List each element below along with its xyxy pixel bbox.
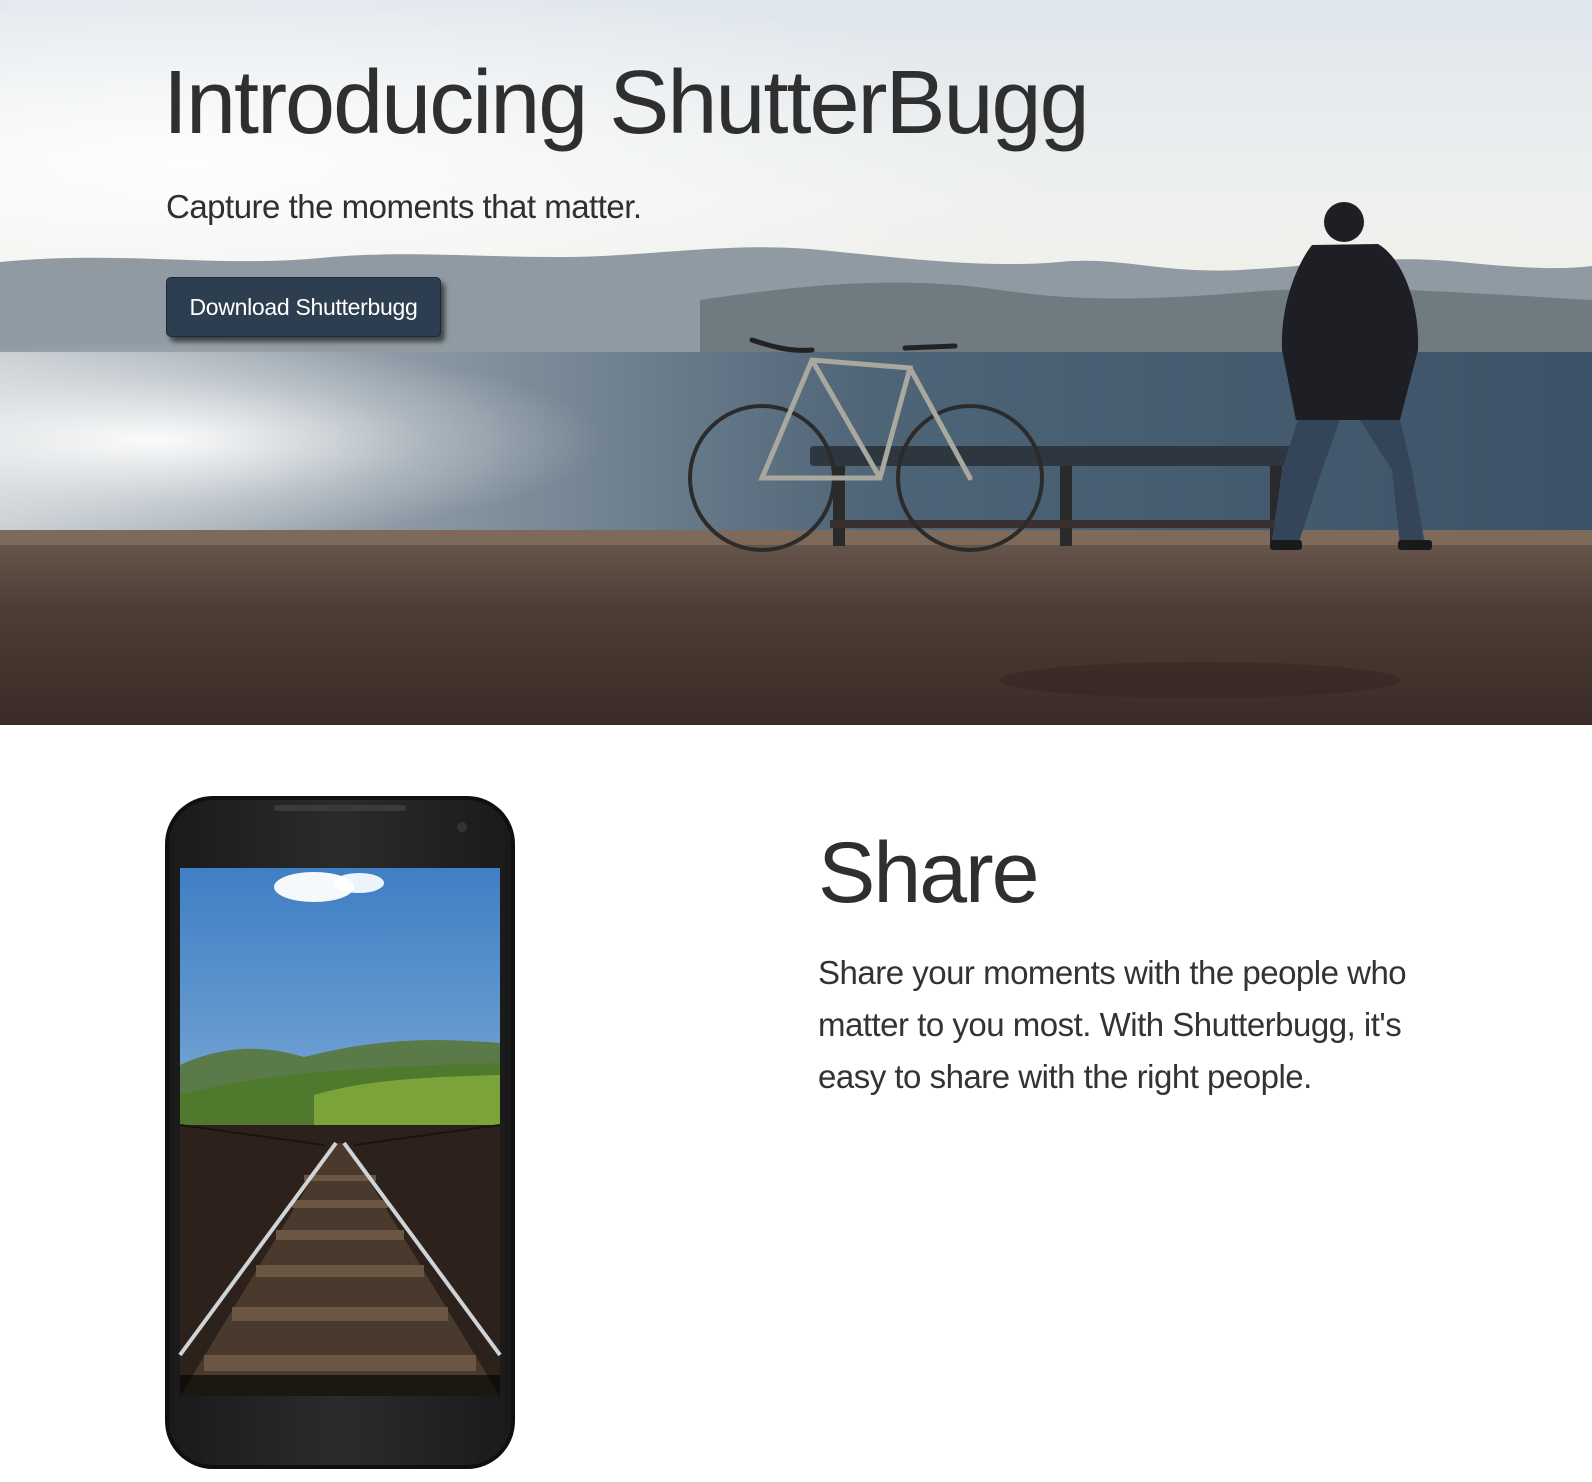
share-heading: Share — [818, 825, 1039, 921]
hero-banner: Introducing ShutterBugg Capture the mome… — [0, 0, 1592, 725]
phone-mockup — [165, 796, 515, 1469]
hero-subtitle: Capture the moments that matter. — [166, 188, 642, 225]
share-description: Share your moments with the people who m… — [818, 954, 1407, 1095]
download-button[interactable]: Download Shutterbugg — [166, 277, 441, 337]
hero-title: Introducing ShutterBugg — [163, 53, 1090, 153]
phone-screen-photo — [178, 868, 502, 1396]
share-feature-section: Share Share your moments with the people… — [0, 725, 1592, 1482]
